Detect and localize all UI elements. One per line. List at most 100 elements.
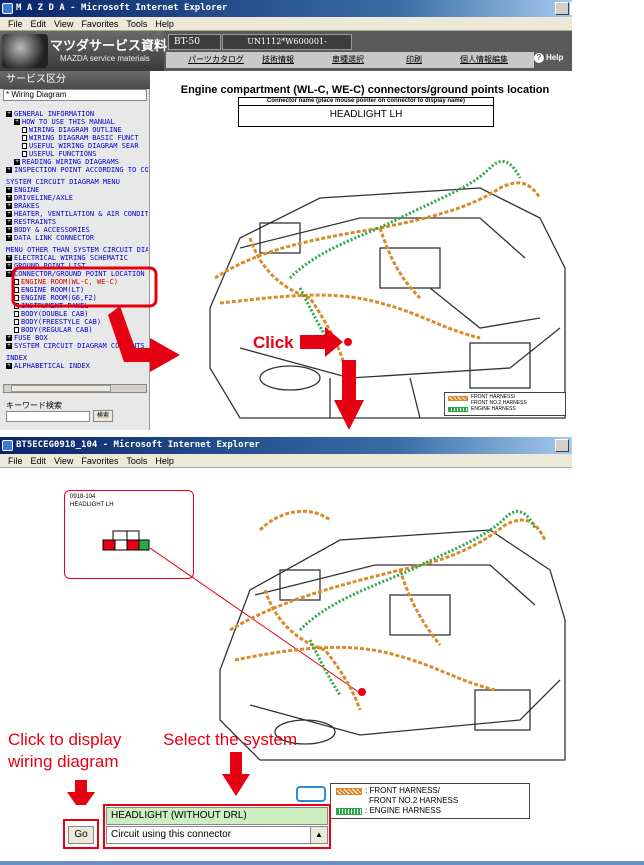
vin-field: UN1112*W600001- bbox=[222, 34, 352, 50]
legend1-engine-label: ENGINE HARNESS bbox=[471, 406, 516, 412]
menu-file[interactable]: File bbox=[8, 454, 23, 468]
tree-item[interactable]: WIRING DIAGRAM OUTLINE bbox=[6, 126, 148, 134]
nav-personal-info[interactable]: 個人情報編集 bbox=[460, 54, 508, 65]
help-icon: ? bbox=[534, 53, 544, 63]
menu-view[interactable]: View bbox=[54, 17, 73, 31]
help-button[interactable]: ? Help bbox=[534, 53, 563, 63]
menu-favorites[interactable]: Favorites bbox=[81, 454, 118, 468]
tree-item[interactable]: + READING WIRING DIAGRAMS bbox=[6, 158, 148, 166]
tree-item[interactable]: + GENERAL INFORMATION bbox=[6, 110, 148, 118]
connector-face-diagram bbox=[102, 530, 150, 551]
menu-file[interactable]: File bbox=[8, 17, 23, 31]
expand-icon: + bbox=[6, 194, 12, 201]
window2-titlebar[interactable]: BT5ECEG0918_104 - Microsoft Internet Exp… bbox=[0, 437, 572, 454]
expand-icon: + bbox=[6, 202, 12, 209]
tree-item[interactable]: + ENGINE bbox=[6, 186, 148, 194]
window1-menubar: File Edit View Favorites Tools Help bbox=[0, 17, 572, 31]
window1-right-gap bbox=[570, 2, 644, 15]
sidebar-heading: サービス区分 bbox=[0, 71, 150, 89]
legend2-front-label2: FRONT NO.2 HARNESS bbox=[369, 796, 459, 805]
menu-edit[interactable]: Edit bbox=[31, 17, 47, 31]
tree-item[interactable]: SYSTEM CIRCUIT DIAGRAM MENU bbox=[6, 178, 148, 186]
tree-item[interactable]: WIRING DIAGRAM BASIC FUNCT bbox=[6, 134, 148, 142]
tree-item-label: BODY & ACCESSORIES bbox=[14, 226, 90, 234]
tree-item[interactable]: + HOW TO USE THIS MANUAL bbox=[6, 118, 148, 126]
dropdown-arrow-icon[interactable]: ▲ bbox=[310, 827, 327, 843]
expand-icon: + bbox=[6, 226, 12, 233]
tree-item[interactable]: + BODY & ACCESSORIES bbox=[6, 226, 148, 234]
tree-item-label: USEFUL FUNCTIONS bbox=[29, 150, 97, 158]
menu-help[interactable]: Help bbox=[155, 17, 174, 31]
harness-legend-2: : FRONT HARNESS/ FRONT NO.2 HARNESS : EN… bbox=[330, 783, 530, 819]
tree-item-label: DATA LINK CONNECTOR bbox=[14, 234, 95, 242]
nav-vehicle-select[interactable]: 車種選択 bbox=[332, 54, 364, 65]
connector-name-header: Connector name (place mouse pointer on c… bbox=[238, 97, 494, 106]
tree-item-label: WIRING DIAGRAM BASIC FUNCT bbox=[29, 134, 139, 142]
tree-item[interactable]: USEFUL FUNCTIONS bbox=[6, 150, 148, 158]
tree-item-label: WIRING DIAGRAM OUTLINE bbox=[29, 126, 122, 134]
connector-code: 0918-104 bbox=[70, 494, 96, 500]
tree-item-label: SYSTEM CIRCUIT DIAGRAM MENU bbox=[6, 178, 120, 186]
service-category-select[interactable]: * Wiring Diagram bbox=[3, 89, 147, 101]
go-button[interactable]: Go bbox=[68, 826, 94, 844]
tree-item[interactable]: USEFUL WIRING DIAGRAM SEAR bbox=[6, 142, 148, 150]
expand-icon: + bbox=[6, 186, 12, 193]
tree-item-label: ENGINE bbox=[14, 186, 40, 194]
tree-item-label: INSPECTION POINT ACCORDING TO CO bbox=[14, 166, 148, 174]
expand-icon: + bbox=[6, 110, 12, 117]
window1-title: M A Z D A - Microsoft Internet Explorer bbox=[16, 3, 228, 13]
expand-icon: + bbox=[6, 234, 12, 241]
document-icon bbox=[22, 151, 27, 157]
tree-item[interactable]: + BRAKES bbox=[6, 202, 148, 210]
minimize-button[interactable] bbox=[555, 2, 569, 15]
tree-item[interactable]: + DATA LINK CONNECTOR bbox=[6, 234, 148, 242]
tree-item-label: DRIVELINE/AXLE bbox=[14, 194, 74, 202]
model-field: BT-50 bbox=[168, 34, 221, 50]
tree-item[interactable]: + DRIVELINE/AXLE bbox=[6, 194, 148, 202]
minimize-button-2[interactable] bbox=[555, 439, 569, 452]
menu-help[interactable]: Help bbox=[155, 454, 174, 468]
ie-icon bbox=[2, 3, 13, 14]
annotation-overlay-1 bbox=[11, 266, 364, 430]
engine-harness-swatch bbox=[448, 407, 468, 412]
menu-tools[interactable]: Tools bbox=[126, 17, 147, 31]
connector-highlight-marker[interactable] bbox=[358, 688, 366, 696]
brand-title: マツダサービス資料 bbox=[50, 38, 168, 53]
circuit-dropdown[interactable]: Circuit using this connector bbox=[106, 826, 328, 844]
tree-item[interactable]: + INSPECTION POINT ACCORDING TO CO bbox=[6, 166, 148, 174]
hint-display-line1: Click to display bbox=[8, 730, 122, 749]
tree-item-label: READING WIRING DIAGRAMS bbox=[22, 158, 119, 166]
menu-view[interactable]: View bbox=[54, 454, 73, 468]
nav-technical-info[interactable]: 技術情報 bbox=[262, 54, 294, 65]
window2-menubar: File Edit View Favorites Tools Help bbox=[0, 454, 572, 468]
engine-compartment-detail-diagram[interactable] bbox=[200, 470, 570, 770]
tree-item-label: MENU OTHER THAN SYSTEM CIRCUIT DIA bbox=[6, 246, 148, 254]
window2-title: BT5ECEG0918_104 - Microsoft Internet Exp… bbox=[16, 440, 260, 450]
taskbar-edge bbox=[0, 861, 644, 865]
harness-legend-1: FRONT HARNESS/ FRONT NO.2 HARNESS ENGINE… bbox=[444, 392, 566, 416]
nav-print[interactable]: 印刷 bbox=[406, 54, 422, 65]
map-toggle-button[interactable] bbox=[296, 786, 326, 802]
connector-name-value: HEADLIGHT LH bbox=[329, 109, 403, 120]
tree-item-label: USEFUL WIRING DIAGRAM SEAR bbox=[29, 142, 139, 150]
selected-system-option[interactable]: HEADLIGHT (WITHOUT DRL) bbox=[106, 807, 328, 825]
expand-icon: + bbox=[14, 158, 20, 165]
document-icon bbox=[22, 135, 27, 141]
tree-item[interactable]: + HEATER, VENTILATION & AIR CONDITI bbox=[6, 210, 148, 218]
tree-item[interactable]: MENU OTHER THAN SYSTEM CIRCUIT DIA bbox=[6, 246, 148, 254]
menu-edit[interactable]: Edit bbox=[31, 454, 47, 468]
legend2-engine-label: : ENGINE HARNESS bbox=[365, 806, 442, 815]
menu-favorites[interactable]: Favorites bbox=[81, 17, 118, 31]
tree-item-label: BRAKES bbox=[14, 202, 40, 210]
document-icon bbox=[22, 127, 27, 133]
tree-item-label: GENERAL INFORMATION bbox=[14, 110, 95, 118]
legend2-front-label: : FRONT HARNESS/ bbox=[365, 786, 440, 795]
tree-item-label: HEATER, VENTILATION & AIR CONDITI bbox=[14, 210, 148, 218]
nav-parts-catalog[interactable]: パーツカタログ bbox=[188, 54, 244, 65]
window1-titlebar[interactable]: M A Z D A - Microsoft Internet Explorer bbox=[0, 0, 572, 17]
tree-item[interactable]: + RESTRAINTS bbox=[6, 218, 148, 226]
tree-item-label: RESTRAINTS bbox=[14, 218, 57, 226]
expand-icon: + bbox=[14, 118, 20, 125]
menu-tools[interactable]: Tools bbox=[126, 454, 147, 468]
tree-item-label: HOW TO USE THIS MANUAL bbox=[22, 118, 115, 126]
